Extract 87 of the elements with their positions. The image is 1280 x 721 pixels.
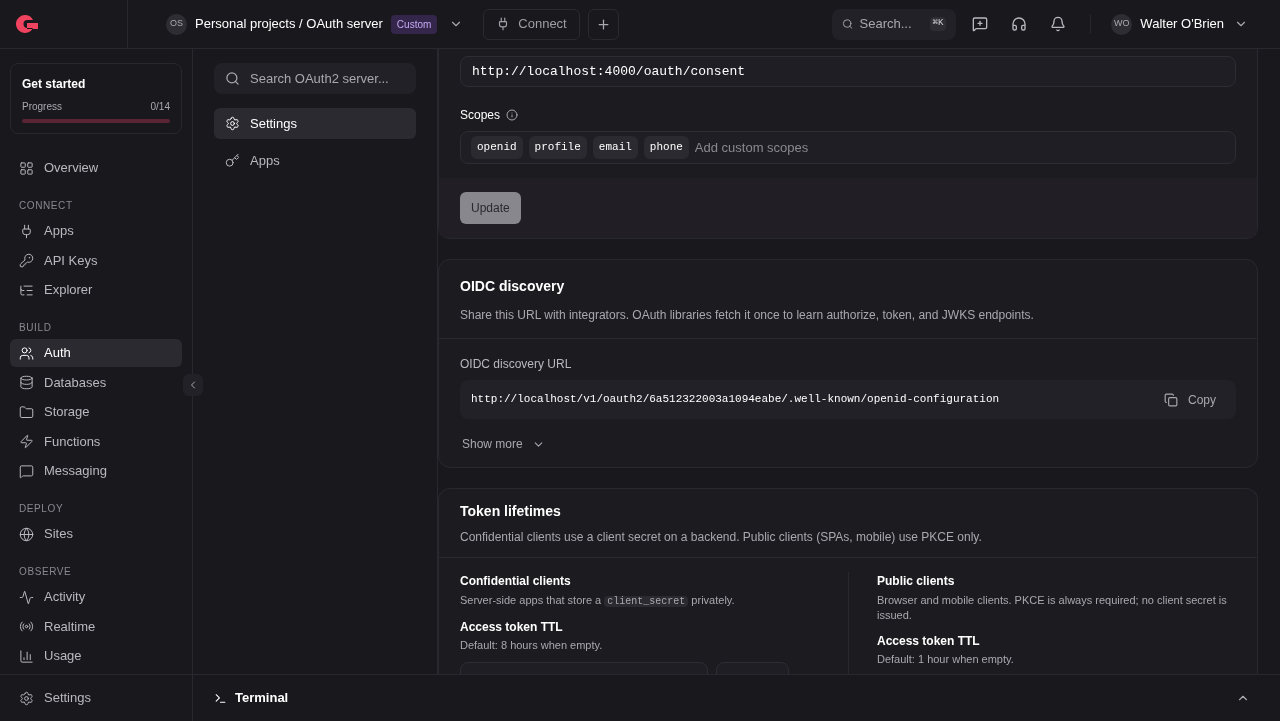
- progress-label: Progress: [22, 100, 62, 114]
- sidebar-item[interactable]: Activity: [10, 583, 182, 611]
- sidebar-item[interactable]: Databases: [10, 368, 182, 397]
- broadcast-icon: [19, 619, 34, 634]
- discovery-url: http://localhost/v1/oauth2/6a512322003a1094eabe/.well-known/openid-configuration: [471, 392, 1000, 408]
- bell-icon[interactable]: [1050, 16, 1067, 32]
- copy-button[interactable]: Copy: [1164, 390, 1216, 409]
- user-name[interactable]: Walter O'Brien: [1140, 14, 1224, 34]
- terminal-icon: [214, 691, 227, 705]
- avatar: OS: [166, 13, 187, 35]
- plan-badge: Custom: [390, 14, 438, 34]
- column-description: Browser and mobile clients. PKCE is always required; no client secret is issued.: [877, 593, 1228, 623]
- card-description: Share this URL with integrators. OAuth libraries fetch it once to learn authorize, token, and JWKS endpoints.: [460, 307, 1035, 324]
- gear-icon: [225, 116, 240, 131]
- sidebar-item[interactable]: Messaging: [10, 457, 182, 485]
- key-icon: [19, 253, 34, 268]
- search-icon: [842, 17, 854, 31]
- column-description: Server-side apps that store a client_secret privately.: [460, 593, 736, 609]
- sidebar-item[interactable]: Explorer: [10, 276, 182, 304]
- scope-tag: email: [592, 136, 638, 159]
- headphones-icon[interactable]: [1011, 16, 1028, 32]
- globe-icon: [19, 526, 34, 542]
- folder-icon: [19, 404, 34, 420]
- sidebar-item[interactable]: Usage: [10, 642, 182, 670]
- sidebar-item[interactable]: Sites: [10, 520, 182, 548]
- database-icon: [19, 375, 34, 390]
- card-title: OIDC discovery: [460, 277, 566, 296]
- users-icon: [19, 345, 34, 361]
- url-field[interactable]: http://localhost:4000/oauth/consent: [460, 56, 1236, 87]
- search-input[interactable]: Search OAuth2 server...: [250, 68, 405, 89]
- section-heading: BUILD: [18, 321, 53, 335]
- sidebar-item[interactable]: Apps: [10, 217, 182, 245]
- terminal-tab[interactable]: Terminal: [214, 688, 289, 708]
- project-breadcrumb[interactable]: Personal projects / OAuth server: [195, 14, 383, 34]
- scopes-field[interactable]: openid profile email phone Add custom scopes: [460, 131, 1236, 164]
- scope-tag: phone: [643, 136, 689, 159]
- chat-icon: [19, 463, 34, 479]
- progress-count: 0/14: [150, 100, 170, 114]
- column-title: Confidential clients: [460, 573, 572, 590]
- subnav-item[interactable]: Settings: [214, 108, 416, 139]
- show-more-button[interactable]: Show more: [460, 435, 547, 453]
- search-field[interactable]: Search OAuth2 server...: [214, 63, 416, 94]
- sidebar-item[interactable]: Storage: [10, 398, 182, 426]
- list-icon: [19, 282, 34, 298]
- feedback-icon[interactable]: [972, 16, 989, 32]
- scope-tag: openid: [471, 136, 523, 159]
- grid-icon: [19, 160, 34, 176]
- get-started-card[interactable]: Get started Progress 0/14: [10, 63, 182, 134]
- plug-icon: [19, 223, 34, 239]
- search-icon: [225, 71, 240, 86]
- field-label: OIDC discovery URL: [460, 356, 573, 373]
- plus-icon: [595, 16, 611, 32]
- field-hint: Default: 8 hours when empty.: [460, 638, 604, 653]
- card-title: Token lifetimes: [460, 502, 562, 521]
- section-heading: DEPLOY: [18, 502, 65, 516]
- sidebar-item[interactable]: Functions: [10, 427, 182, 456]
- key-icon: [225, 153, 240, 168]
- sidebar-item[interactable]: Overview: [10, 154, 182, 182]
- copy-icon: [1164, 392, 1178, 407]
- settings-icon: [19, 690, 34, 706]
- lightning-icon: [19, 434, 34, 449]
- logo-icon[interactable]: [15, 14, 39, 34]
- card-description: Confidential clients use a client secret on a backend. Public clients (SPAs, mobile) use PKCE only.: [460, 529, 983, 546]
- scopes-label: Scopes: [460, 107, 501, 124]
- sidebar-item[interactable]: API Keys: [10, 246, 182, 275]
- section-heading: CONNECT: [18, 199, 74, 213]
- settings-link[interactable]: Settings: [10, 688, 100, 708]
- search-input[interactable]: Search...: [859, 14, 924, 34]
- info-icon[interactable]: [506, 109, 519, 121]
- field-label: Access token TTL: [460, 619, 564, 636]
- user-avatar[interactable]: WO: [1111, 13, 1133, 35]
- custom-scope-input[interactable]: Add custom scopes: [694, 137, 1225, 158]
- sidebar-item[interactable]: Auth: [10, 339, 182, 367]
- field-label: Access token TTL: [877, 633, 981, 650]
- bar-chart-icon: [19, 648, 34, 664]
- connect-button[interactable]: Connect: [483, 8, 580, 40]
- get-started-title: Get started: [22, 76, 87, 93]
- collapse-button[interactable]: [183, 374, 203, 396]
- scope-tag: profile: [528, 136, 587, 159]
- field-hint: Default: 1 hour when empty.: [877, 652, 1015, 667]
- shortcut-key: ⌘K: [929, 17, 947, 31]
- search-field[interactable]: Search... ⌘K: [832, 8, 957, 40]
- pulse-icon: [19, 589, 34, 605]
- section-heading: OBSERVE: [18, 565, 73, 579]
- subnav-item[interactable]: Apps: [214, 145, 416, 176]
- sidebar-item[interactable]: Realtime: [10, 612, 182, 641]
- column-title: Public clients: [877, 573, 956, 590]
